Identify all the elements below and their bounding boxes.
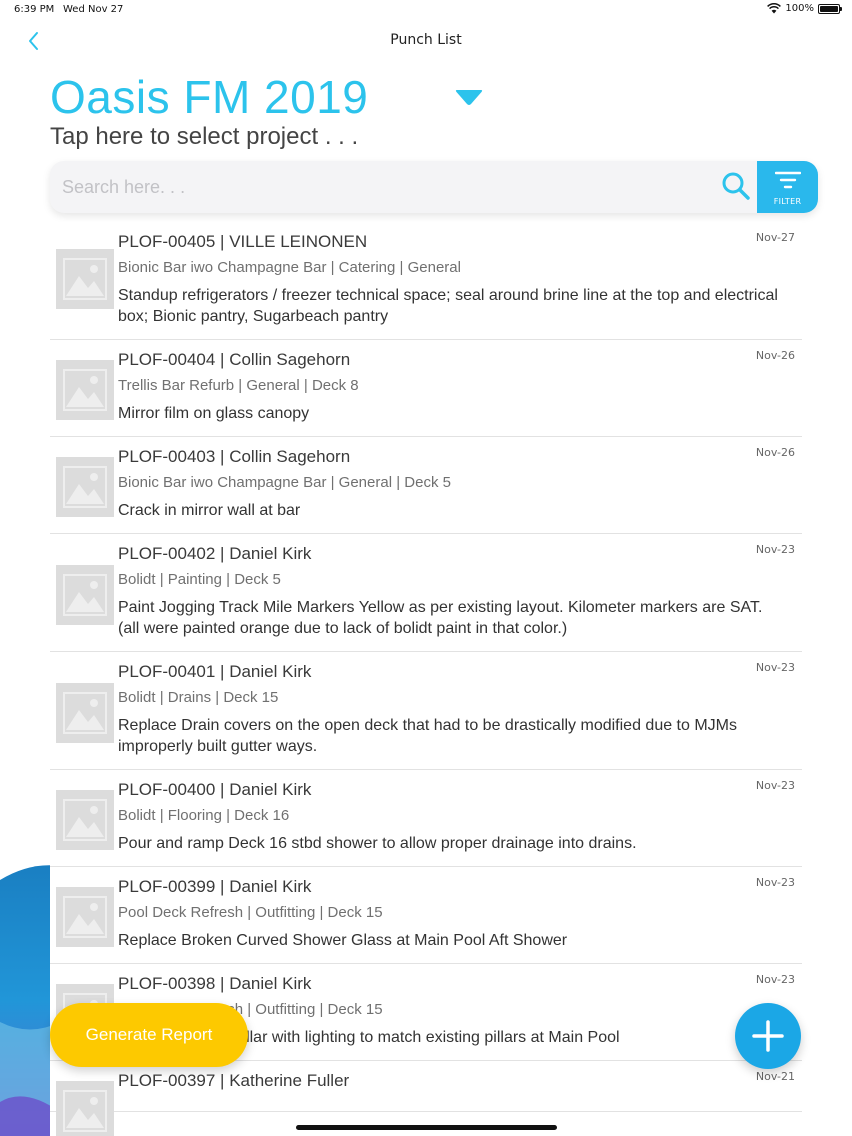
status-time: 6:39 PM <box>14 4 55 15</box>
item-thumbnail <box>56 790 114 850</box>
list-item[interactable]: PLOF-00403 | Collin Sagehorn Bionic Bar … <box>50 437 802 534</box>
list-item[interactable]: PLOF-00401 | Daniel Kirk Bolidt | Drains… <box>50 652 802 770</box>
list-item[interactable]: PLOF-00400 | Daniel Kirk Bolidt | Floori… <box>50 770 802 867</box>
item-title: PLOF-00399 | Daniel Kirk <box>118 877 312 896</box>
punch-list[interactable]: PLOF-00405 | VILLE LEINONEN Bionic Bar i… <box>50 222 802 1136</box>
item-thumbnail <box>56 457 114 517</box>
image-placeholder-icon <box>63 369 107 411</box>
list-item[interactable]: PLOF-00402 | Daniel Kirk Bolidt | Painti… <box>50 534 802 652</box>
item-description: Mirror film on glass canopy <box>118 405 310 422</box>
item-title: PLOF-00402 | Daniel Kirk <box>118 544 312 563</box>
item-subtitle: Bolidt | Drains | Deck 15 <box>118 689 279 706</box>
item-description: Pour and ramp Deck 16 stbd shower to all… <box>118 835 637 852</box>
item-date: Nov-23 <box>755 876 795 889</box>
battery-percent: 100% <box>785 3 814 14</box>
item-thumbnail <box>56 249 114 309</box>
item-description: Crack in mirror wall at bar <box>118 502 301 519</box>
item-thumbnail <box>56 683 114 743</box>
add-item-button[interactable] <box>735 1003 801 1069</box>
filter-icon <box>775 171 801 189</box>
image-placeholder-icon <box>63 896 107 938</box>
status-indicators: 100% <box>767 3 842 14</box>
item-thumbnail <box>56 360 114 420</box>
image-placeholder-icon <box>63 466 107 508</box>
image-placeholder-icon <box>63 258 107 300</box>
list-item[interactable]: PLOF-00397 | Katherine Fuller Nov-21 <box>50 1061 802 1136</box>
generate-report-button[interactable]: Generate Report <box>50 1003 248 1067</box>
item-description: Replace Drain covers on the open deck th… <box>118 717 737 755</box>
item-date: Nov-26 <box>755 349 795 362</box>
search-icon[interactable] <box>720 170 752 202</box>
status-bar: 6:39 PM Wed Nov 27 100% <box>0 0 852 22</box>
item-date: Nov-26 <box>755 446 795 459</box>
battery-icon <box>818 3 842 14</box>
search-bar <box>50 161 818 213</box>
item-title: PLOF-00405 | VILLE LEINONEN <box>118 232 368 251</box>
item-title: PLOF-00401 | Daniel Kirk <box>118 662 312 681</box>
item-description <box>118 1099 788 1111</box>
wifi-icon <box>767 3 782 14</box>
item-title: PLOF-00398 | Daniel Kirk <box>118 974 312 993</box>
nav-title: Punch List <box>390 32 462 48</box>
item-thumbnail <box>56 1081 114 1136</box>
project-select-hint[interactable]: Tap here to select project . . . <box>50 123 358 151</box>
item-subtitle: Bionic Bar iwo Champagne Bar | Catering … <box>118 259 461 276</box>
list-item[interactable]: PLOF-00405 | VILLE LEINONEN Bionic Bar i… <box>50 222 802 340</box>
project-name[interactable]: Oasis FM 2019 <box>50 70 368 124</box>
image-placeholder-icon <box>63 799 107 841</box>
item-date: Nov-23 <box>755 543 795 556</box>
item-thumbnail <box>56 565 114 625</box>
item-title: PLOF-00403 | Collin Sagehorn <box>118 447 351 466</box>
item-subtitle: Trellis Bar Refurb | General | Deck 8 <box>118 377 359 394</box>
item-title: PLOF-00400 | Daniel Kirk <box>118 780 312 799</box>
item-date: Nov-27 <box>755 231 795 244</box>
item-date: Nov-23 <box>755 779 795 792</box>
list-item[interactable]: PLOF-00399 | Daniel Kirk Pool Deck Refre… <box>50 867 802 964</box>
item-thumbnail <box>56 887 114 947</box>
plus-icon <box>752 1020 784 1052</box>
item-date: Nov-23 <box>755 661 795 674</box>
filter-button[interactable]: FILTER <box>757 161 818 213</box>
item-description: Standup refrigerators / freezer technica… <box>118 287 778 325</box>
home-indicator <box>296 1125 557 1130</box>
item-subtitle: Bionic Bar iwo Champagne Bar | General |… <box>118 474 451 491</box>
filter-label: FILTER <box>773 197 802 206</box>
item-date: Nov-23 <box>755 973 795 986</box>
list-item[interactable]: PLOF-00404 | Collin Sagehorn Trellis Bar… <box>50 340 802 437</box>
image-placeholder-icon <box>63 692 107 734</box>
status-date: Wed Nov 27 <box>63 4 124 15</box>
item-description: Replace Broken Curved Shower Glass at Ma… <box>118 932 568 949</box>
item-date: Nov-21 <box>755 1070 795 1083</box>
search-input[interactable] <box>62 169 702 205</box>
image-placeholder-icon <box>63 574 107 616</box>
item-description: Paint Jogging Track Mile Markers Yellow … <box>118 599 763 637</box>
image-placeholder-icon <box>63 1090 107 1132</box>
dropdown-triangle-icon[interactable] <box>454 86 484 108</box>
item-title: PLOF-00404 | Collin Sagehorn <box>118 350 351 369</box>
item-subtitle: Bolidt | Flooring | Deck 16 <box>118 807 290 824</box>
item-subtitle: Pool Deck Refresh | Outfitting | Deck 15 <box>118 904 383 921</box>
item-subtitle: Bolidt | Painting | Deck 5 <box>118 571 281 588</box>
